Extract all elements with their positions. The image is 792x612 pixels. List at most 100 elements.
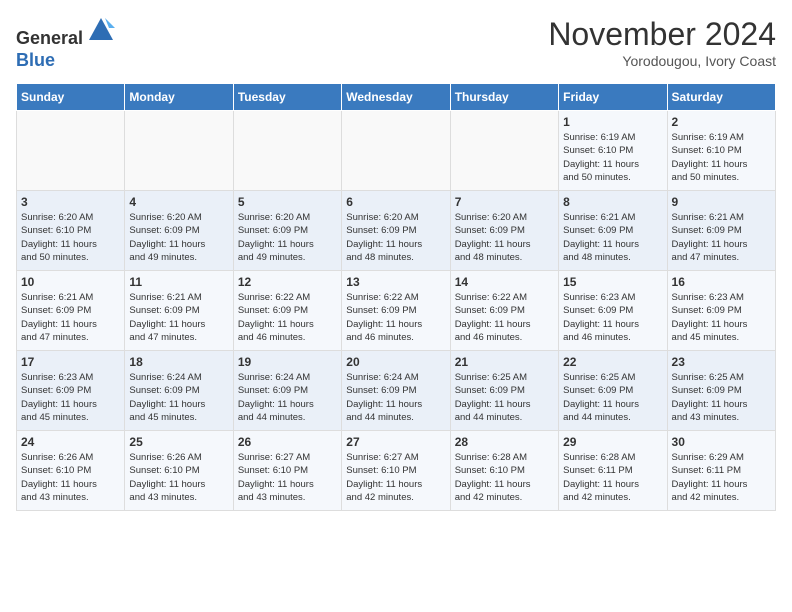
logo: General Blue bbox=[16, 16, 115, 71]
calendar-cell bbox=[233, 111, 341, 191]
cell-info: Sunrise: 6:28 AM Sunset: 6:10 PM Dayligh… bbox=[455, 451, 554, 504]
day-number: 15 bbox=[563, 275, 662, 289]
cell-info: Sunrise: 6:20 AM Sunset: 6:09 PM Dayligh… bbox=[129, 211, 228, 264]
calendar-cell: 14 Sunrise: 6:22 AM Sunset: 6:09 PM Dayli… bbox=[450, 271, 558, 351]
weekday-header-thursday: Thursday bbox=[450, 84, 558, 111]
calendar-cell bbox=[17, 111, 125, 191]
calendar-cell bbox=[125, 111, 233, 191]
cell-info: Sunrise: 6:19 AM Sunset: 6:10 PM Dayligh… bbox=[563, 131, 662, 184]
day-number: 8 bbox=[563, 195, 662, 209]
calendar-cell: 25Sunrise: 6:26 AM Sunset: 6:10 PM Dayli… bbox=[125, 431, 233, 511]
calendar-cell: 15 Sunrise: 6:23 AM Sunset: 6:09 PM Dayli… bbox=[559, 271, 667, 351]
calendar-cell: 12Sunrise: 6:22 AM Sunset: 6:09 PM Dayli… bbox=[233, 271, 341, 351]
day-number: 10 bbox=[21, 275, 120, 289]
day-number: 4 bbox=[129, 195, 228, 209]
calendar-cell: 13Sunrise: 6:22 AM Sunset: 6:09 PM Dayli… bbox=[342, 271, 450, 351]
logo-general: General bbox=[16, 28, 83, 48]
calendar-table: SundayMondayTuesdayWednesdayThursdayFrid… bbox=[16, 83, 776, 511]
cell-info: Sunrise: 6:20 AM Sunset: 6:09 PM Dayligh… bbox=[455, 211, 554, 264]
day-number: 26 bbox=[238, 435, 337, 449]
calendar-cell: 19 Sunrise: 6:24 AM Sunset: 6:09 PM Dayli… bbox=[233, 351, 341, 431]
calendar-cell: 21 Sunrise: 6:25 AM Sunset: 6:09 PM Dayli… bbox=[450, 351, 558, 431]
day-number: 1 bbox=[563, 115, 662, 129]
weekday-header-sunday: Sunday bbox=[17, 84, 125, 111]
logo-blue: Blue bbox=[16, 50, 55, 70]
day-number: 3 bbox=[21, 195, 120, 209]
day-number: 2 bbox=[672, 115, 771, 129]
month-title: November 2024 bbox=[548, 16, 776, 53]
day-number: 7 bbox=[455, 195, 554, 209]
cell-info: Sunrise: 6:21 AM Sunset: 6:09 PM Dayligh… bbox=[129, 291, 228, 344]
calendar-cell: 24 Sunrise: 6:26 AM Sunset: 6:10 PM Dayli… bbox=[17, 431, 125, 511]
calendar-cell: 20 Sunrise: 6:24 AM Sunset: 6:09 PM Dayli… bbox=[342, 351, 450, 431]
cell-info: Sunrise: 6:25 AM Sunset: 6:09 PM Dayligh… bbox=[563, 371, 662, 424]
cell-info: Sunrise: 6:27 AM Sunset: 6:10 PM Dayligh… bbox=[346, 451, 445, 504]
calendar-week-row: 3 Sunrise: 6:20 AM Sunset: 6:10 PM Daylig… bbox=[17, 191, 776, 271]
cell-info: Sunrise: 6:24 AM Sunset: 6:09 PM Dayligh… bbox=[238, 371, 337, 424]
location-subtitle: Yorodougou, Ivory Coast bbox=[548, 53, 776, 69]
cell-info: Sunrise: 6:20 AM Sunset: 6:09 PM Dayligh… bbox=[346, 211, 445, 264]
cell-info: Sunrise: 6:23 AM Sunset: 6:09 PM Dayligh… bbox=[21, 371, 120, 424]
page-header: General Blue November 2024 Yorodougou, I… bbox=[16, 16, 776, 71]
cell-info: Sunrise: 6:27 AM Sunset: 6:10 PM Dayligh… bbox=[238, 451, 337, 504]
calendar-cell: 6 Sunrise: 6:20 AM Sunset: 6:09 PM Daylig… bbox=[342, 191, 450, 271]
cell-info: Sunrise: 6:26 AM Sunset: 6:10 PM Dayligh… bbox=[21, 451, 120, 504]
day-number: 30 bbox=[672, 435, 771, 449]
cell-info: Sunrise: 6:22 AM Sunset: 6:09 PM Dayligh… bbox=[346, 291, 445, 344]
day-number: 14 bbox=[455, 275, 554, 289]
day-number: 18 bbox=[129, 355, 228, 369]
cell-info: Sunrise: 6:23 AM Sunset: 6:09 PM Dayligh… bbox=[672, 291, 771, 344]
day-number: 27 bbox=[346, 435, 445, 449]
calendar-week-row: 1 Sunrise: 6:19 AM Sunset: 6:10 PM Daylig… bbox=[17, 111, 776, 191]
calendar-cell: 18 Sunrise: 6:24 AM Sunset: 6:09 PM Dayli… bbox=[125, 351, 233, 431]
calendar-cell: 27 Sunrise: 6:27 AM Sunset: 6:10 PM Dayli… bbox=[342, 431, 450, 511]
day-number: 12 bbox=[238, 275, 337, 289]
calendar-cell: 8 Sunrise: 6:21 AM Sunset: 6:09 PM Daylig… bbox=[559, 191, 667, 271]
day-number: 24 bbox=[21, 435, 120, 449]
weekday-header-tuesday: Tuesday bbox=[233, 84, 341, 111]
day-number: 5 bbox=[238, 195, 337, 209]
cell-info: Sunrise: 6:25 AM Sunset: 6:09 PM Dayligh… bbox=[455, 371, 554, 424]
cell-info: Sunrise: 6:22 AM Sunset: 6:09 PM Dayligh… bbox=[455, 291, 554, 344]
day-number: 28 bbox=[455, 435, 554, 449]
cell-info: Sunrise: 6:20 AM Sunset: 6:10 PM Dayligh… bbox=[21, 211, 120, 264]
day-number: 22 bbox=[563, 355, 662, 369]
cell-info: Sunrise: 6:24 AM Sunset: 6:09 PM Dayligh… bbox=[129, 371, 228, 424]
day-number: 29 bbox=[563, 435, 662, 449]
day-number: 19 bbox=[238, 355, 337, 369]
weekday-header-wednesday: Wednesday bbox=[342, 84, 450, 111]
calendar-cell: 22 Sunrise: 6:25 AM Sunset: 6:09 PM Dayli… bbox=[559, 351, 667, 431]
cell-info: Sunrise: 6:29 AM Sunset: 6:11 PM Dayligh… bbox=[672, 451, 771, 504]
calendar-cell: 28 Sunrise: 6:28 AM Sunset: 6:10 PM Dayli… bbox=[450, 431, 558, 511]
calendar-cell: 4 Sunrise: 6:20 AM Sunset: 6:09 PM Daylig… bbox=[125, 191, 233, 271]
day-number: 21 bbox=[455, 355, 554, 369]
cell-info: Sunrise: 6:25 AM Sunset: 6:09 PM Dayligh… bbox=[672, 371, 771, 424]
cell-info: Sunrise: 6:26 AM Sunset: 6:10 PM Dayligh… bbox=[129, 451, 228, 504]
cell-info: Sunrise: 6:21 AM Sunset: 6:09 PM Dayligh… bbox=[563, 211, 662, 264]
weekday-header-friday: Friday bbox=[559, 84, 667, 111]
calendar-cell: 5 Sunrise: 6:20 AM Sunset: 6:09 PM Daylig… bbox=[233, 191, 341, 271]
calendar-header-row: SundayMondayTuesdayWednesdayThursdayFrid… bbox=[17, 84, 776, 111]
calendar-cell bbox=[450, 111, 558, 191]
calendar-cell: 2Sunrise: 6:19 AM Sunset: 6:10 PM Daylig… bbox=[667, 111, 775, 191]
title-block: November 2024 Yorodougou, Ivory Coast bbox=[548, 16, 776, 69]
logo-icon bbox=[87, 16, 115, 44]
calendar-cell: 29Sunrise: 6:28 AM Sunset: 6:11 PM Dayli… bbox=[559, 431, 667, 511]
cell-info: Sunrise: 6:21 AM Sunset: 6:09 PM Dayligh… bbox=[672, 211, 771, 264]
cell-info: Sunrise: 6:20 AM Sunset: 6:09 PM Dayligh… bbox=[238, 211, 337, 264]
calendar-cell: 23Sunrise: 6:25 AM Sunset: 6:09 PM Dayli… bbox=[667, 351, 775, 431]
calendar-week-row: 24 Sunrise: 6:26 AM Sunset: 6:10 PM Dayli… bbox=[17, 431, 776, 511]
cell-info: Sunrise: 6:21 AM Sunset: 6:09 PM Dayligh… bbox=[21, 291, 120, 344]
calendar-cell: 7 Sunrise: 6:20 AM Sunset: 6:09 PM Daylig… bbox=[450, 191, 558, 271]
cell-info: Sunrise: 6:24 AM Sunset: 6:09 PM Dayligh… bbox=[346, 371, 445, 424]
day-number: 20 bbox=[346, 355, 445, 369]
day-number: 6 bbox=[346, 195, 445, 209]
cell-info: Sunrise: 6:23 AM Sunset: 6:09 PM Dayligh… bbox=[563, 291, 662, 344]
day-number: 9 bbox=[672, 195, 771, 209]
calendar-cell: 3 Sunrise: 6:20 AM Sunset: 6:10 PM Daylig… bbox=[17, 191, 125, 271]
calendar-week-row: 17Sunrise: 6:23 AM Sunset: 6:09 PM Dayli… bbox=[17, 351, 776, 431]
day-number: 16 bbox=[672, 275, 771, 289]
calendar-cell: 11Sunrise: 6:21 AM Sunset: 6:09 PM Dayli… bbox=[125, 271, 233, 351]
calendar-cell: 1 Sunrise: 6:19 AM Sunset: 6:10 PM Daylig… bbox=[559, 111, 667, 191]
weekday-header-monday: Monday bbox=[125, 84, 233, 111]
